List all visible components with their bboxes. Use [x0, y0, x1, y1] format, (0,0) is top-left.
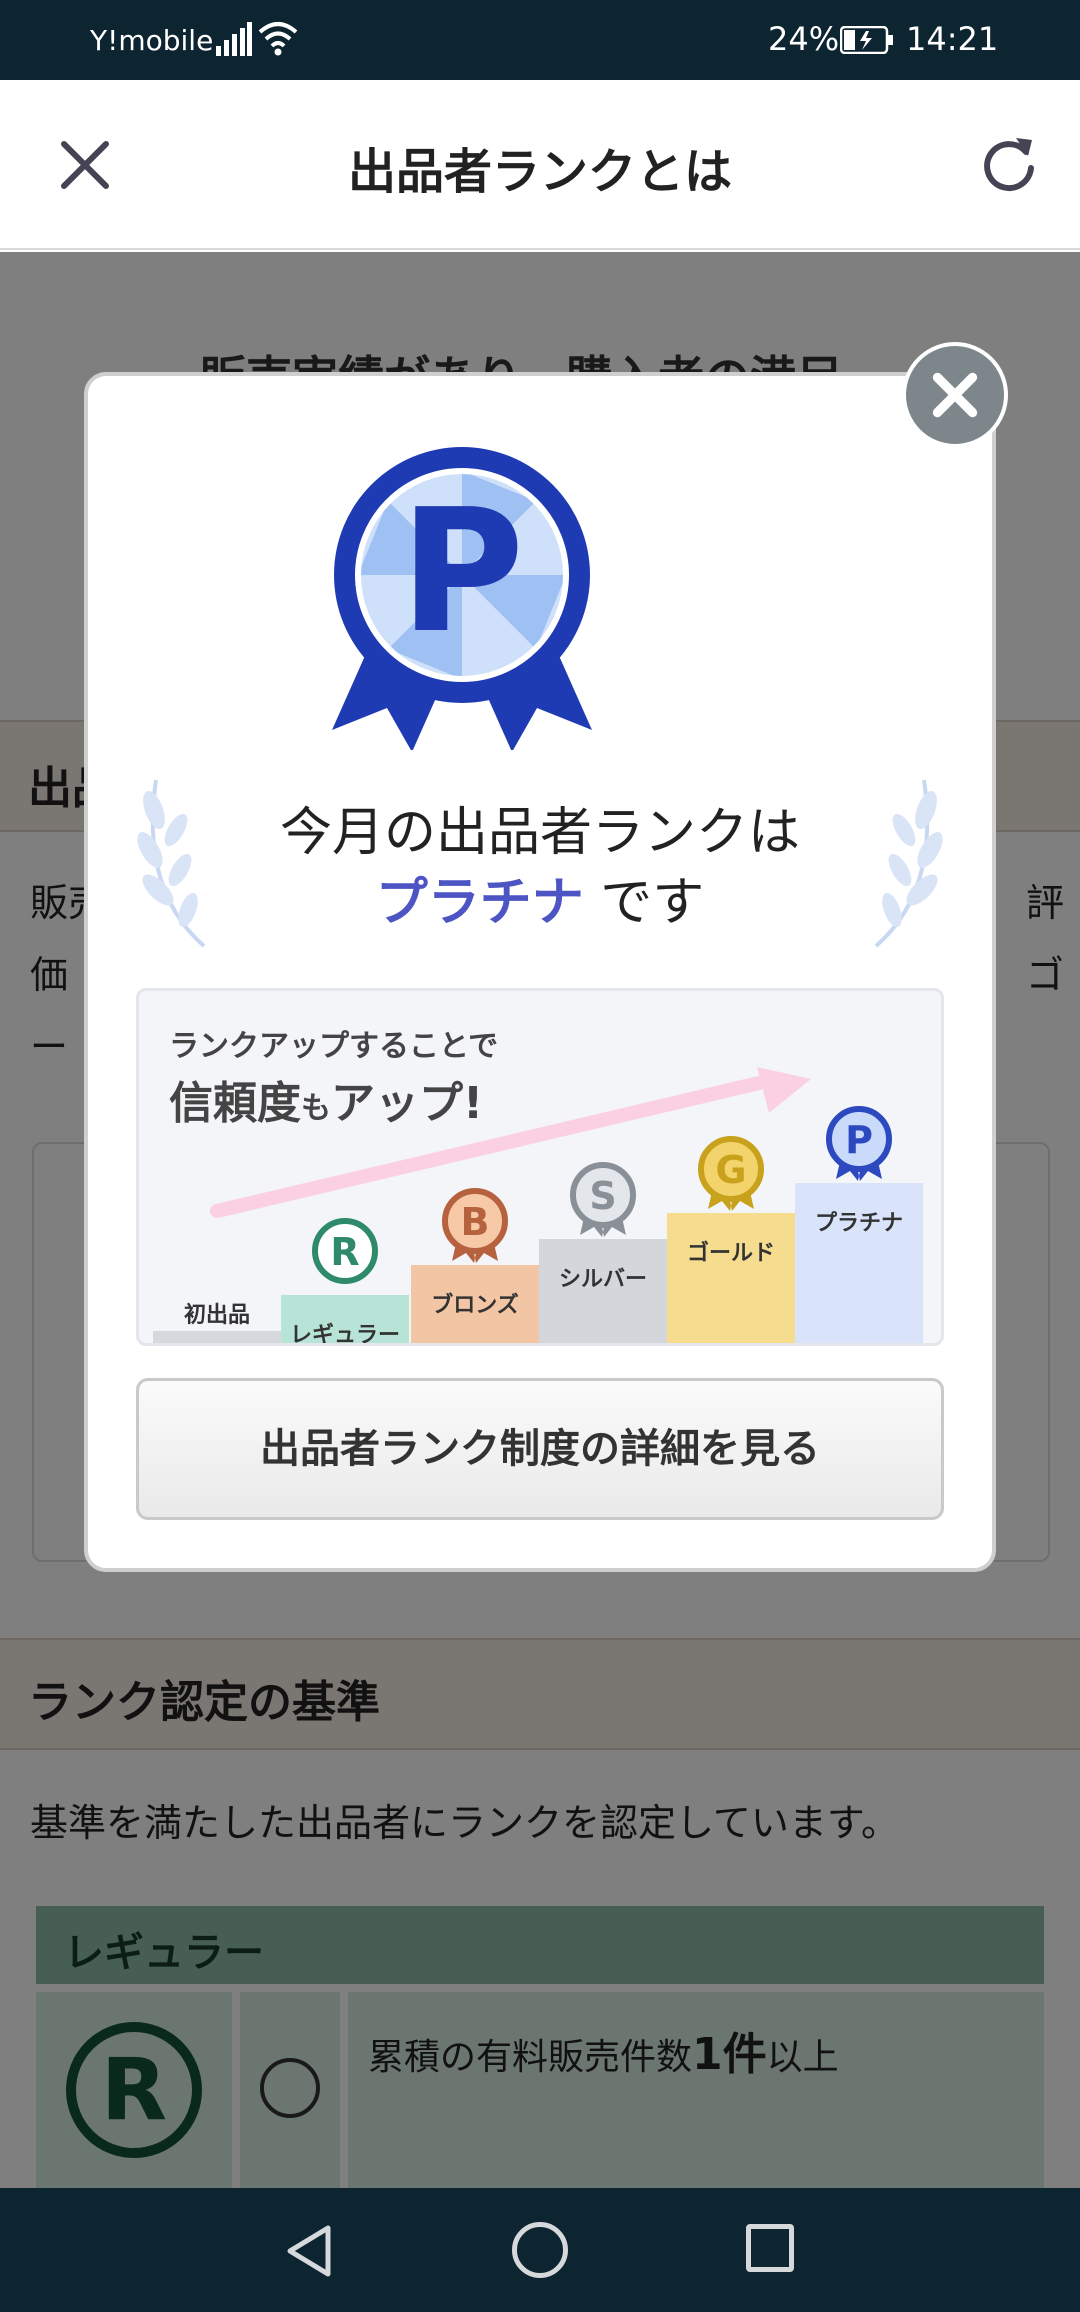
rank-step-label: 初出品	[183, 1303, 250, 1328]
rank-step-label: シルバー	[558, 1267, 647, 1292]
svg-text:B: B	[461, 1200, 490, 1244]
rank-step-block	[153, 1331, 281, 1343]
medal-letter: P	[400, 473, 525, 671]
modal-message-line2: プラチナ です	[375, 873, 705, 933]
modal-close-button[interactable]	[902, 342, 1008, 448]
reload-icon[interactable]	[976, 132, 1042, 198]
recent-apps-icon[interactable]	[746, 2224, 794, 2272]
page-title: 出品者ランクとは	[347, 144, 732, 200]
carrier-name: Y!mobile	[90, 24, 214, 57]
rank-details-button[interactable]: 出品者ランク制度の詳細を見る	[136, 1378, 944, 1520]
rank-medal-icon: S	[570, 1162, 636, 1237]
battery-percent: 24%	[768, 20, 840, 58]
back-icon[interactable]	[284, 2224, 334, 2278]
wifi-icon	[258, 22, 298, 56]
rank-medal-icon: R	[312, 1218, 378, 1284]
platinum-medal-icon: P	[332, 447, 592, 750]
rank-medal-icon: G	[698, 1136, 764, 1211]
rank-step-label: プラチナ	[814, 1211, 903, 1236]
navigation-bar	[0, 2188, 1080, 2312]
rank-step-block	[667, 1213, 795, 1343]
svg-text:G: G	[715, 1148, 746, 1192]
rank-up-banner: ランクアップすることで 信頼度もアップ! 初出品 レギュラー R ブロンズ B シルバー S…	[136, 988, 944, 1346]
rank-step-label: ゴールド	[686, 1241, 775, 1266]
app-header: 出品者ランクとは	[0, 80, 1080, 250]
rank-medal-icon: P	[826, 1106, 892, 1181]
current-rank-name: プラチナ	[375, 873, 584, 933]
battery-charging-icon	[840, 26, 893, 54]
rank-step-label: レギュラー	[289, 1323, 400, 1346]
modal-message-line1: 今月の出品者ランクは	[279, 803, 800, 863]
svg-text:P: P	[845, 1118, 873, 1162]
rank-step-label: ブロンズ	[431, 1293, 519, 1318]
home-icon[interactable]	[512, 2222, 568, 2278]
svg-text:S: S	[589, 1174, 616, 1218]
rank-medal-icon: B	[442, 1188, 508, 1263]
signal-icon	[216, 22, 252, 56]
status-bar: Y!mobile 24% 14:21	[0, 0, 1080, 80]
svg-text:R: R	[330, 1230, 359, 1274]
clock: 14:21	[906, 20, 999, 58]
